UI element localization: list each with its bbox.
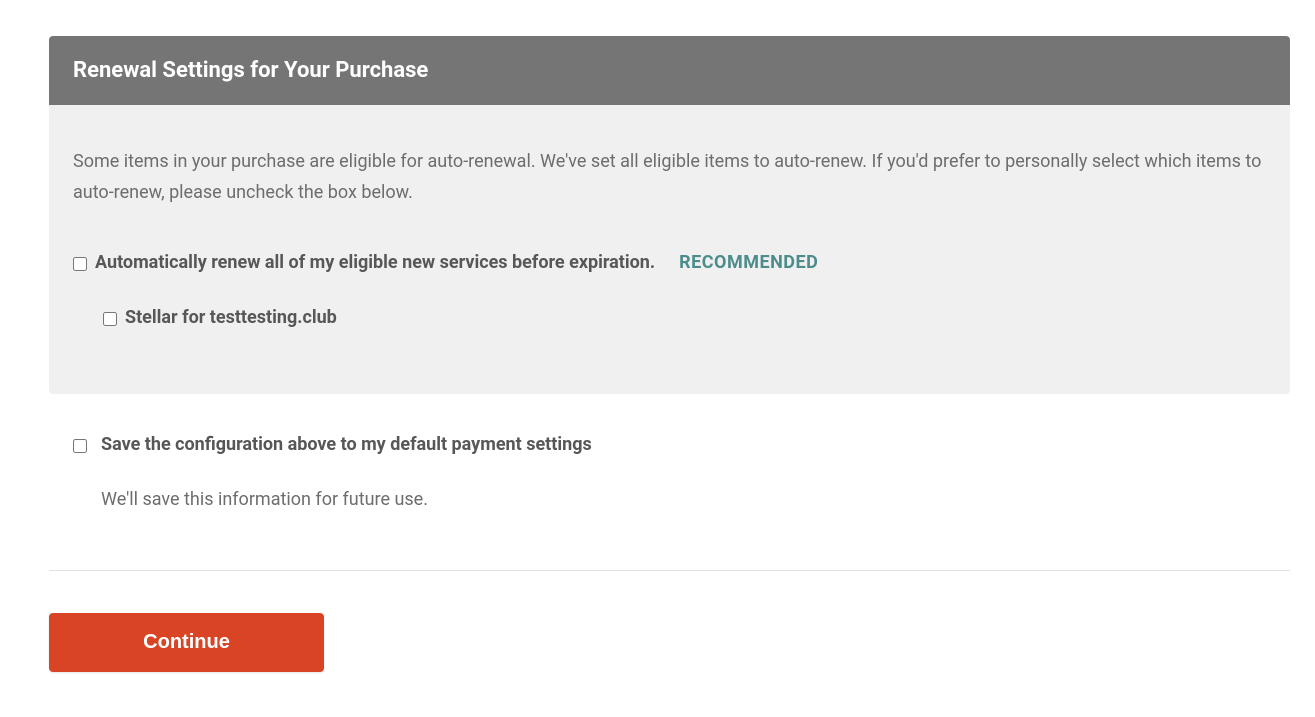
auto-renew-label: Automatically renew all of my eligible n… xyxy=(95,252,655,273)
panel-body: Some items in your purchase are eligible… xyxy=(49,105,1290,394)
auto-renew-checkbox[interactable] xyxy=(73,257,87,271)
save-config-note: We'll save this information for future u… xyxy=(101,489,1266,510)
continue-button[interactable]: Continue xyxy=(49,613,324,672)
save-config-row: Save the configuration above to my defau… xyxy=(73,434,1266,455)
save-config-label: Save the configuration above to my defau… xyxy=(101,434,592,455)
service-item-label: Stellar for testtesting.club xyxy=(125,307,337,328)
save-config-section: Save the configuration above to my defau… xyxy=(49,394,1290,550)
save-config-checkbox[interactable] xyxy=(73,439,87,453)
divider xyxy=(49,570,1290,571)
service-item-checkbox[interactable] xyxy=(103,312,117,326)
service-item-row: Stellar for testtesting.club xyxy=(73,307,1266,328)
renewal-settings-panel: Renewal Settings for Your Purchase Some … xyxy=(49,36,1290,394)
recommended-badge: RECOMMENDED xyxy=(679,252,818,273)
intro-text: Some items in your purchase are eligible… xyxy=(73,147,1266,208)
auto-renew-row: Automatically renew all of my eligible n… xyxy=(73,252,1266,273)
panel-title: Renewal Settings for Your Purchase xyxy=(49,36,1290,105)
